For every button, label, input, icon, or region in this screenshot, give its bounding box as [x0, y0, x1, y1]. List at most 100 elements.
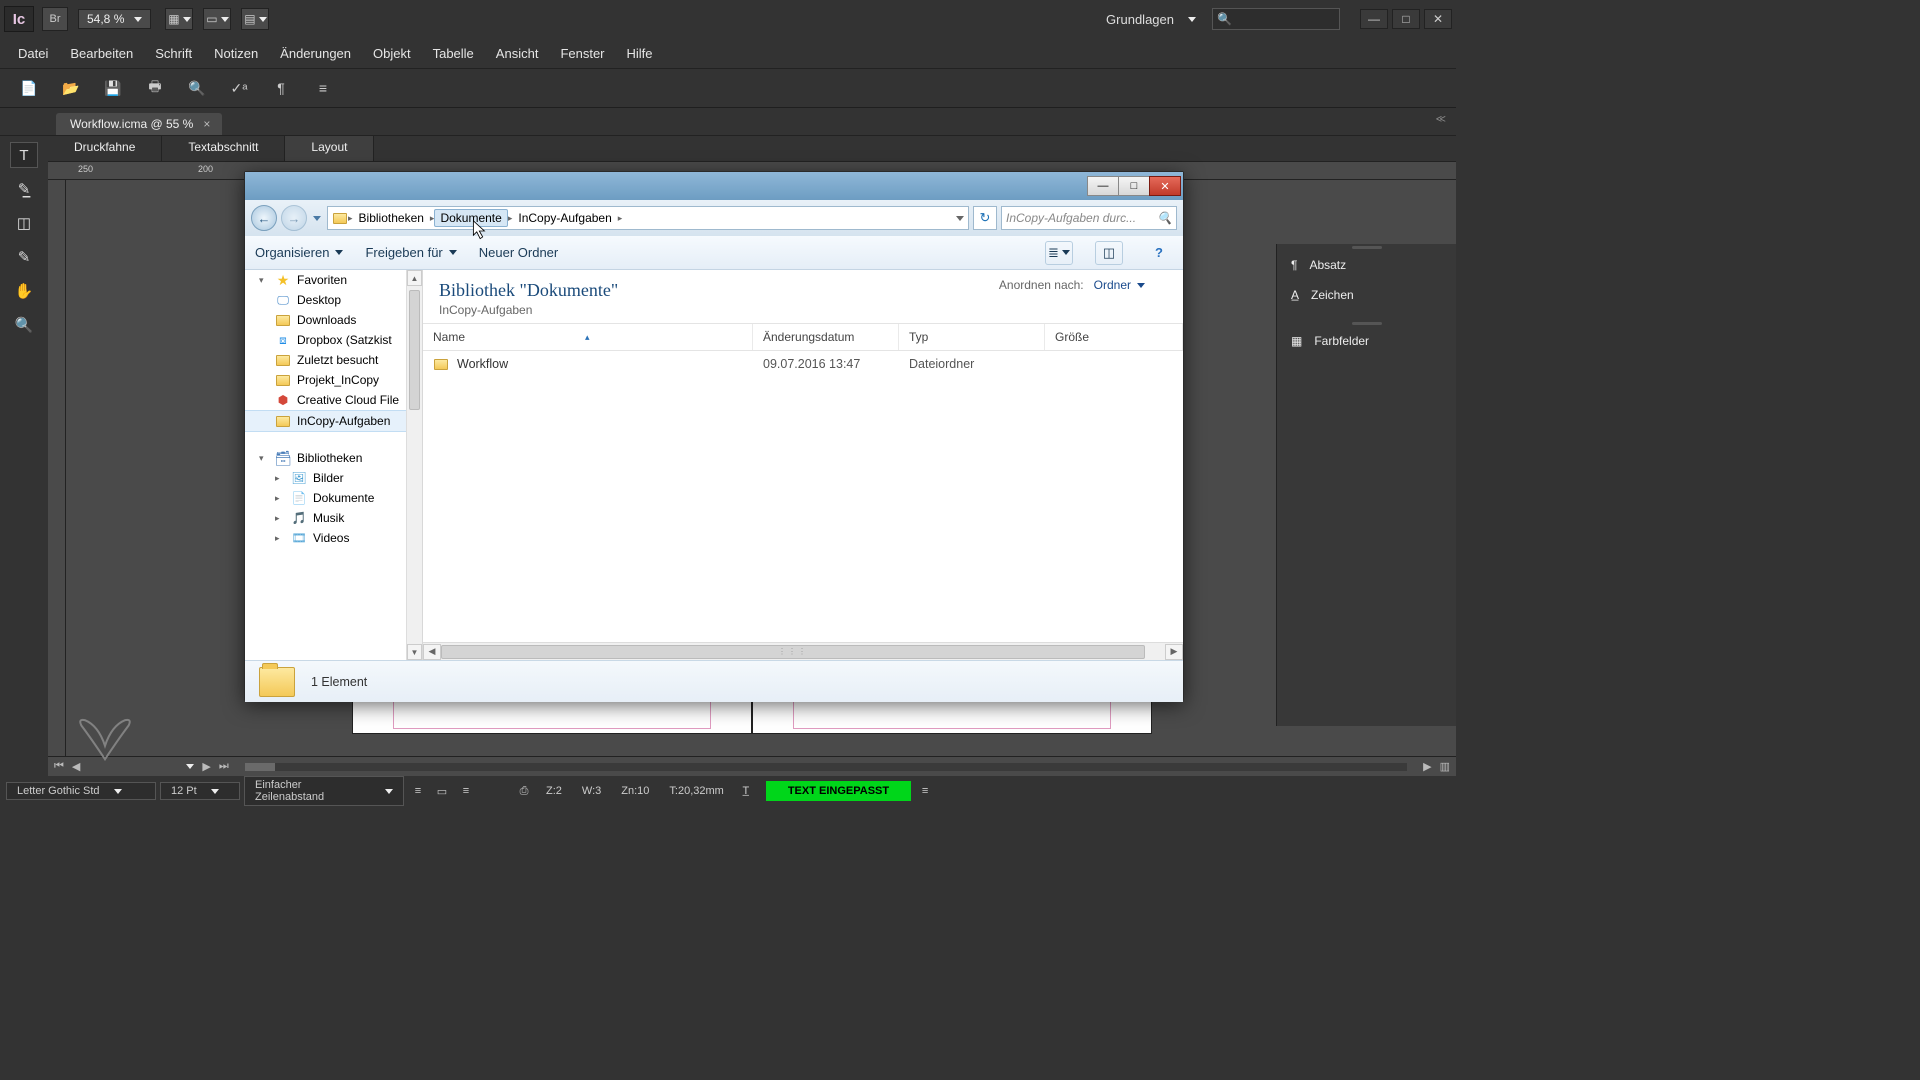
menu-objekt[interactable]: Objekt: [363, 42, 421, 65]
collapse-icon[interactable]: ≪: [1436, 114, 1446, 125]
new-doc-icon[interactable]: 📄: [18, 78, 40, 98]
note-tool-icon[interactable]: ✎̲: [10, 176, 38, 202]
zoom-tool-icon[interactable]: 🔍: [10, 312, 38, 338]
refresh-button[interactable]: ↻: [973, 206, 997, 230]
eyedropper-tool-icon[interactable]: ✎: [10, 244, 38, 270]
explorer-minimize-button[interactable]: —: [1087, 176, 1119, 196]
expand-icon[interactable]: ▸: [275, 493, 285, 504]
column-header-name[interactable]: Name ▴: [423, 324, 753, 350]
address-bar[interactable]: ▸ Bibliotheken ▸ Dokumente ▸ InCopy-Aufg…: [327, 206, 969, 230]
overflow-icon[interactable]: ≡: [312, 78, 334, 98]
expand-icon[interactable]: ▸: [275, 533, 285, 544]
workspace-switcher[interactable]: Grundlagen: [1106, 12, 1196, 27]
new-folder-button[interactable]: Neuer Ordner: [479, 245, 558, 260]
panel-farbfelder[interactable]: ▦ Farbfelder: [1277, 326, 1456, 356]
menu-notizen[interactable]: Notizen: [204, 42, 268, 65]
align-icon[interactable]: ≡: [456, 782, 476, 800]
minimize-button[interactable]: —: [1360, 9, 1388, 29]
organize-button[interactable]: Organisieren: [255, 245, 343, 260]
bridge-badge[interactable]: Br: [42, 7, 68, 31]
breadcrumb-segment[interactable]: InCopy-Aufgaben: [512, 209, 617, 227]
tree-item-downloads[interactable]: Downloads: [245, 310, 422, 330]
explorer-search-input[interactable]: InCopy-Aufgaben durc... 🔍: [1001, 206, 1177, 230]
page-dropdown-icon[interactable]: [186, 764, 194, 769]
doc-tab[interactable]: Workflow.icma @ 55 % ×: [56, 113, 222, 135]
print-icon[interactable]: 🖶: [144, 78, 166, 98]
view-tab-textabschnitt[interactable]: Textabschnitt: [162, 136, 285, 161]
nav-forward-button[interactable]: →: [281, 205, 307, 231]
panel-absatz[interactable]: ¶ Absatz: [1277, 250, 1456, 280]
collapse-icon[interactable]: ▾: [259, 275, 269, 286]
scroll-up-icon[interactable]: ▲: [407, 270, 422, 286]
menu-schrift[interactable]: Schrift: [145, 42, 202, 65]
chevron-right-icon[interactable]: ▸: [618, 213, 623, 224]
tree-item-bilder[interactable]: ▸🖼Bilder: [245, 468, 422, 488]
type-tool-icon[interactable]: T: [10, 142, 38, 168]
explorer-maximize-button[interactable]: □: [1118, 176, 1150, 196]
panel-zeichen[interactable]: A̲ Zeichen: [1277, 280, 1456, 310]
file-row[interactable]: Workflow 09.07.2016 13:47 Dateiordner: [423, 351, 1183, 377]
position-tool-icon[interactable]: ◫: [10, 210, 38, 236]
font-size-dropdown[interactable]: 12 Pt: [160, 782, 240, 800]
tree-item-dropbox[interactable]: ⧈Dropbox (Satzkist: [245, 330, 422, 350]
last-page-icon[interactable]: ⏭: [219, 760, 229, 773]
tree-item-projekt[interactable]: Projekt_InCopy: [245, 370, 422, 390]
breadcrumb-segment[interactable]: Dokumente: [434, 209, 507, 227]
arrange-dropdown[interactable]: Ordner: [1094, 278, 1145, 292]
nav-history-dropdown[interactable]: [313, 216, 321, 221]
align-icon[interactable]: ≡: [408, 782, 428, 800]
preview-pane-button[interactable]: ◫: [1095, 241, 1123, 265]
menu-datei[interactable]: Datei: [8, 42, 58, 65]
close-tab-icon[interactable]: ×: [203, 117, 210, 131]
menu-hilfe[interactable]: Hilfe: [617, 42, 663, 65]
menu-ansicht[interactable]: Ansicht: [486, 42, 549, 65]
zoom-dropdown[interactable]: 54,8 %: [78, 9, 151, 29]
scroll-right-icon[interactable]: ▶: [1165, 644, 1183, 660]
maximize-button[interactable]: □: [1392, 9, 1420, 29]
open-icon[interactable]: 📂: [60, 78, 82, 98]
help-search[interactable]: 🔍: [1212, 8, 1340, 30]
breadcrumb-segment[interactable]: Bibliotheken: [353, 209, 430, 227]
tree-libraries[interactable]: ▾ 🗃 Bibliotheken: [245, 448, 422, 468]
tree-item-musik[interactable]: ▸🎵Musik: [245, 508, 422, 528]
find-icon[interactable]: 🔍: [186, 78, 208, 98]
scroll-left-icon[interactable]: ◀: [423, 644, 441, 660]
scroll-thumb[interactable]: [409, 290, 420, 410]
share-button[interactable]: Freigeben für: [365, 245, 456, 260]
tree-item-desktop[interactable]: 🖵Desktop: [245, 290, 422, 310]
column-header-size[interactable]: Größe: [1045, 324, 1183, 350]
explorer-title-bar[interactable]: — □ ✕: [245, 172, 1183, 200]
expand-icon[interactable]: ▸: [275, 513, 285, 524]
content-h-scrollbar[interactable]: ◀ ⋮⋮⋮ ▶: [423, 642, 1183, 660]
next-page-icon[interactable]: ▶: [202, 760, 210, 773]
nav-back-button[interactable]: ←: [251, 205, 277, 231]
column-header-type[interactable]: Typ: [899, 324, 1045, 350]
tree-item-videos[interactable]: ▸🎞Videos: [245, 528, 422, 548]
address-dropdown-icon[interactable]: [956, 216, 964, 221]
paragraph-icon[interactable]: ¶: [270, 78, 292, 98]
menu-fenster[interactable]: Fenster: [550, 42, 614, 65]
h-scroll[interactable]: [245, 763, 1407, 771]
collapse-icon[interactable]: ▾: [259, 453, 269, 464]
font-family-dropdown[interactable]: Letter Gothic Std: [6, 782, 156, 800]
align-icon[interactable]: ▭: [432, 782, 452, 800]
menu-bearbeiten[interactable]: Bearbeiten: [60, 42, 143, 65]
view-tab-layout[interactable]: Layout: [285, 136, 374, 161]
help-button[interactable]: ?: [1145, 241, 1173, 265]
screen-mode-icon[interactable]: ▭: [203, 8, 231, 30]
tree-favorites[interactable]: ▾ ★ Favoriten: [245, 270, 422, 290]
spellcheck-icon[interactable]: ✓ᵃ: [228, 78, 250, 98]
hand-tool-icon[interactable]: ✋: [10, 278, 38, 304]
text-icon[interactable]: T̲: [736, 782, 756, 800]
menu-tabelle[interactable]: Tabelle: [423, 42, 484, 65]
view-tab-druckfahne[interactable]: Druckfahne: [48, 136, 162, 161]
view-mode-button[interactable]: ≣: [1045, 241, 1073, 265]
tree-item-dokumente[interactable]: ▸📄Dokumente: [245, 488, 422, 508]
explorer-close-button[interactable]: ✕: [1149, 176, 1181, 196]
sidebar-scrollbar[interactable]: ▲ ▼: [406, 270, 422, 660]
tree-item-recent[interactable]: Zuletzt besucht: [245, 350, 422, 370]
column-header-date[interactable]: Änderungsdatum: [753, 324, 899, 350]
info-icon[interactable]: ⎙: [514, 782, 534, 800]
menu-aenderungen[interactable]: Änderungen: [270, 42, 361, 65]
scroll-right-icon[interactable]: ▶: [1423, 760, 1431, 773]
